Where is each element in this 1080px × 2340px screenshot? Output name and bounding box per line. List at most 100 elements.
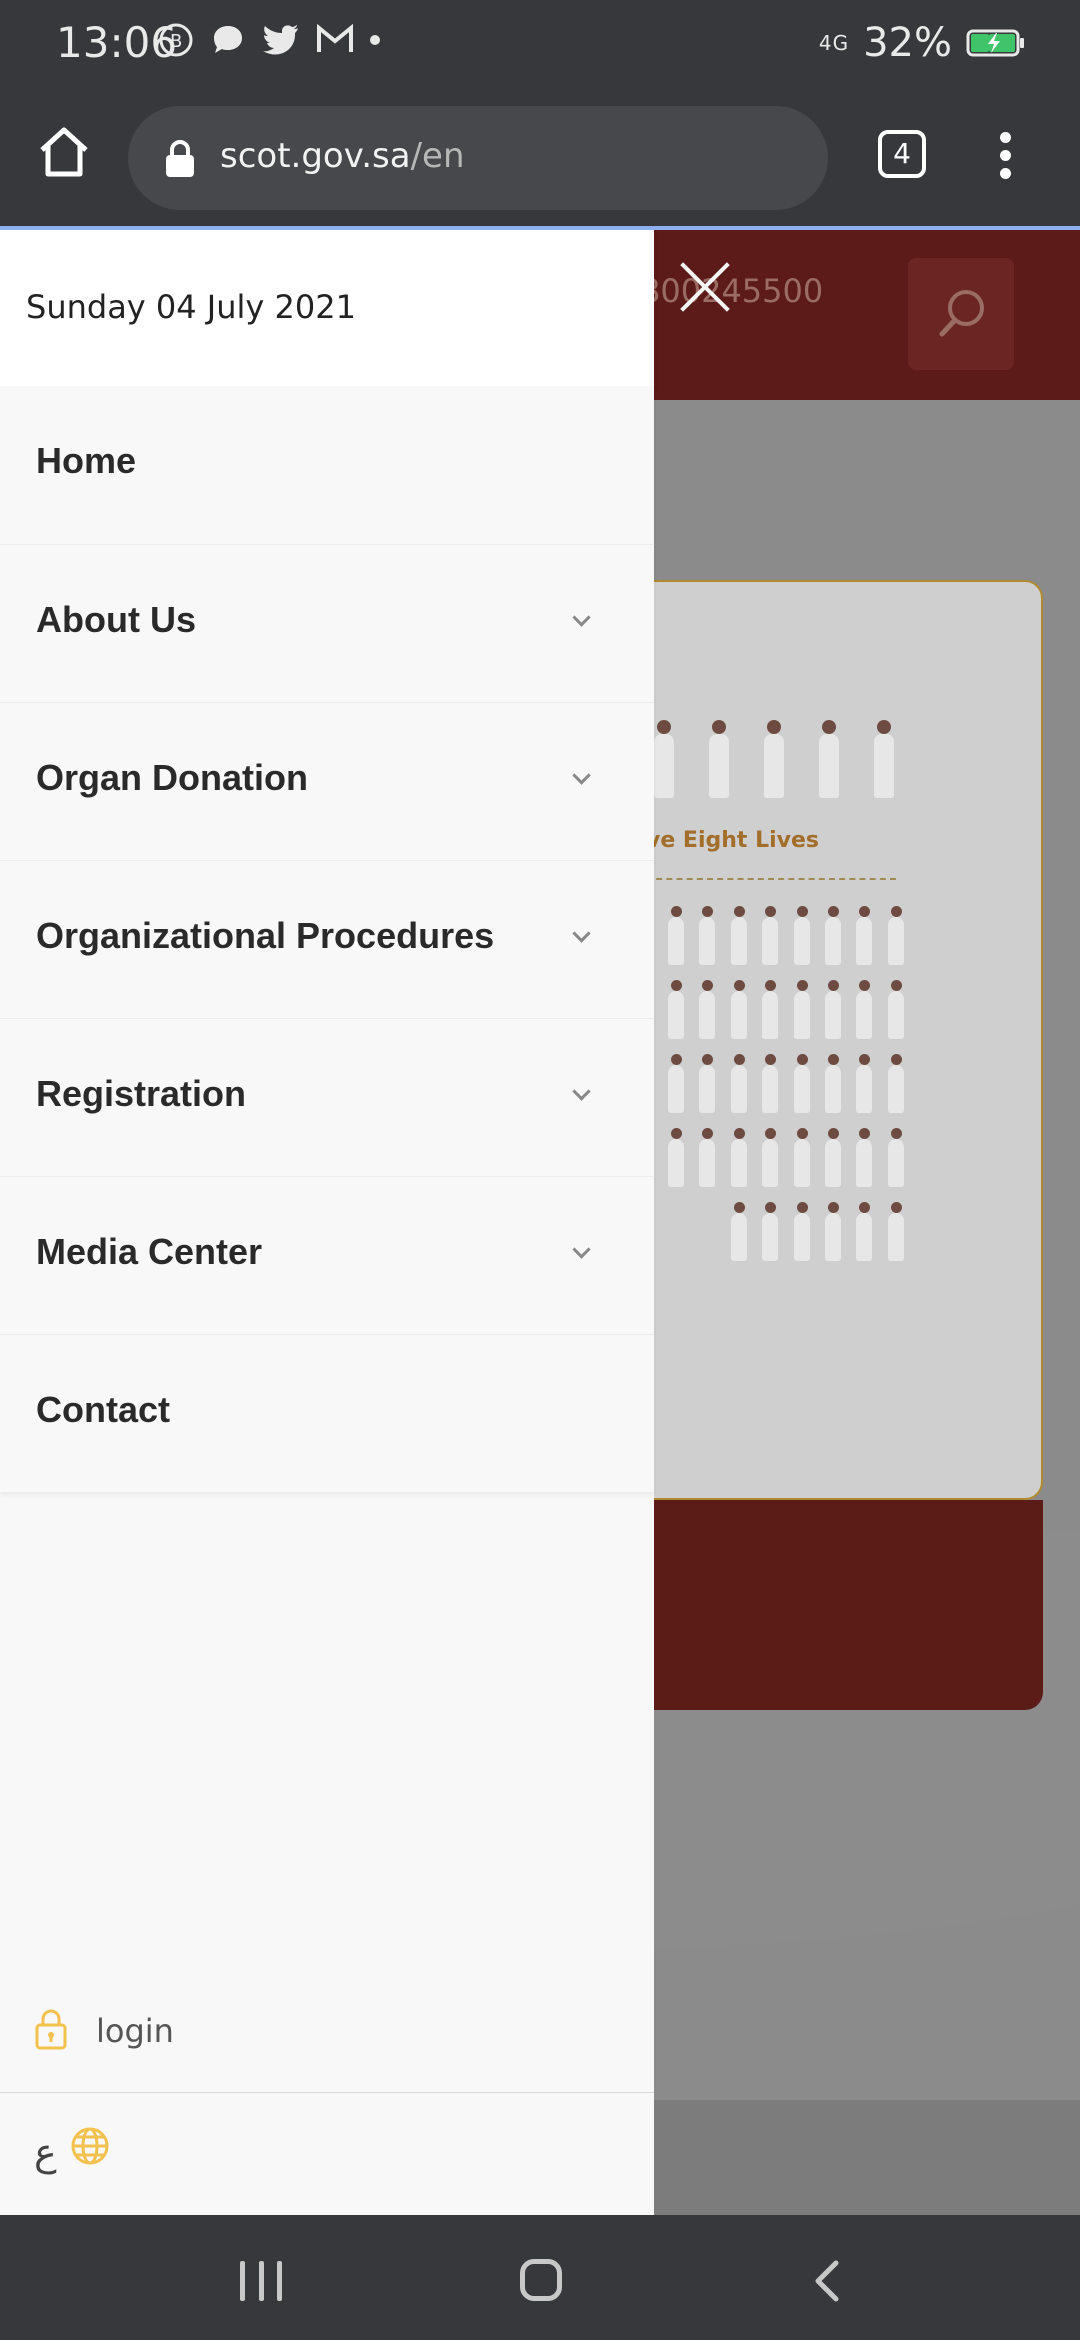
- person-figure: [762, 1054, 778, 1114]
- signal-indicator: 4G: [819, 31, 849, 55]
- lock-icon: [35, 2009, 67, 2050]
- person-figure: [699, 1128, 715, 1188]
- person-figure: [668, 980, 684, 1040]
- person-figure: [794, 980, 810, 1040]
- person-figure: [699, 1054, 715, 1114]
- person-figure: [794, 906, 810, 966]
- person-figure: [818, 720, 840, 798]
- nav-item-home[interactable]: Home: [0, 386, 654, 544]
- tab-switcher-button[interactable]: 4: [878, 130, 926, 178]
- person-figure: [708, 720, 730, 798]
- person-figure: [653, 720, 675, 798]
- address-bar[interactable]: scot.gov.sa/en: [128, 106, 828, 210]
- person-figure: [825, 980, 841, 1040]
- person-figure: [856, 980, 872, 1040]
- navigation-drawer: Sunday 04 July 2021 Home About Us Organ …: [0, 230, 654, 2215]
- nav-item-label: Contact: [36, 1389, 170, 1430]
- person-figure: [762, 980, 778, 1040]
- person-figure: [668, 1054, 684, 1114]
- person-figure: [731, 1202, 747, 1262]
- svg-text:B: B: [170, 31, 182, 52]
- url-path: /en: [410, 136, 465, 176]
- lock-icon: [166, 140, 194, 177]
- person-figure: [856, 1128, 872, 1188]
- status-bar: 13:06 B 4G 32%: [0, 0, 1080, 84]
- gmail-icon: [317, 24, 353, 52]
- person-figure: [731, 1128, 747, 1188]
- site-search-button[interactable]: [908, 258, 1014, 370]
- person-figure: [668, 906, 684, 966]
- back-icon[interactable]: [808, 2259, 848, 2303]
- person-figure: [888, 980, 904, 1040]
- person-figure: [699, 906, 715, 966]
- browser-toolbar: scot.gov.sa/en 4: [0, 84, 1080, 228]
- person-figure: [762, 1202, 778, 1262]
- person-figure: [825, 1054, 841, 1114]
- person-figure: [825, 1128, 841, 1188]
- divider: [0, 2092, 654, 2093]
- globe-icon: [71, 2127, 109, 2165]
- chevron-down-icon[interactable]: [572, 1243, 590, 1261]
- login-label: login: [96, 2012, 174, 2050]
- home-icon[interactable]: [36, 124, 92, 180]
- nav-item-about-us[interactable]: About Us: [0, 544, 654, 702]
- message-icon: [214, 26, 242, 53]
- nav-item-label: Organizational Procedures: [36, 915, 495, 956]
- battery-percent: 32%: [863, 20, 952, 66]
- person-figure: [873, 720, 895, 798]
- language-switcher[interactable]: ع: [0, 2100, 654, 2200]
- person-figure: [731, 906, 747, 966]
- person-figure: [856, 1202, 872, 1262]
- nav-item-label: About Us: [36, 599, 196, 640]
- b-badge-icon: B: [159, 23, 193, 57]
- login-link[interactable]: login: [0, 1990, 654, 2080]
- nav-item-label: Media Center: [36, 1231, 263, 1272]
- more-notifications-dot: [370, 35, 380, 45]
- hotline-number: 800245500: [640, 272, 824, 310]
- url-text: scot.gov.sa/en: [220, 136, 465, 176]
- nav-item-organizational-procedures[interactable]: Organizational Procedures: [0, 860, 654, 1018]
- chevron-down-icon[interactable]: [572, 769, 590, 787]
- person-figure: [888, 1054, 904, 1114]
- recent-apps-icon[interactable]: [240, 2261, 282, 2301]
- network-type: 4G: [818, 31, 850, 55]
- nav-item-contact[interactable]: Contact: [0, 1334, 654, 1492]
- overflow-menu-icon[interactable]: [990, 132, 1020, 180]
- language-letter: ع: [34, 2130, 57, 2174]
- person-figure: [699, 980, 715, 1040]
- person-figure: [888, 1128, 904, 1188]
- nav-item-registration[interactable]: Registration: [0, 1018, 654, 1176]
- person-figure: [888, 1202, 904, 1262]
- person-figure: [794, 1054, 810, 1114]
- home-nav-icon[interactable]: [520, 2259, 562, 2301]
- person-figure: [763, 720, 785, 798]
- url-host: scot.gov.sa: [220, 136, 411, 176]
- nav-list: Home About Us Organ Donation Organizatio…: [0, 386, 654, 1492]
- person-figure: [794, 1202, 810, 1262]
- search-icon: [939, 290, 984, 337]
- person-figure: [731, 1054, 747, 1114]
- twitter-icon: [263, 25, 298, 55]
- chevron-down-icon[interactable]: [572, 927, 590, 945]
- nav-item-media-center[interactable]: Media Center: [0, 1176, 654, 1334]
- person-figure: [731, 980, 747, 1040]
- person-figure: [856, 1054, 872, 1114]
- person-figure: [794, 1128, 810, 1188]
- person-figure: [762, 1128, 778, 1188]
- nav-item-label: Organ Donation: [36, 757, 308, 798]
- person-figure: [825, 1202, 841, 1262]
- card-caption: ve Eight Lives: [646, 828, 819, 853]
- person-figure: [888, 906, 904, 966]
- chevron-down-icon[interactable]: [572, 611, 590, 629]
- person-figure: [668, 1128, 684, 1188]
- nav-item-label: Home: [36, 440, 137, 481]
- person-figure: [762, 906, 778, 966]
- current-date: Sunday 04 July 2021: [0, 230, 654, 386]
- chevron-down-icon[interactable]: [572, 1085, 590, 1103]
- nav-item-label: Registration: [36, 1073, 247, 1114]
- nav-item-organ-donation[interactable]: Organ Donation: [0, 702, 654, 860]
- notification-icons: B: [158, 22, 380, 58]
- system-navigation-bar: [0, 2215, 1080, 2340]
- close-menu-icon[interactable]: [680, 262, 730, 312]
- dashed-divider: [646, 878, 896, 880]
